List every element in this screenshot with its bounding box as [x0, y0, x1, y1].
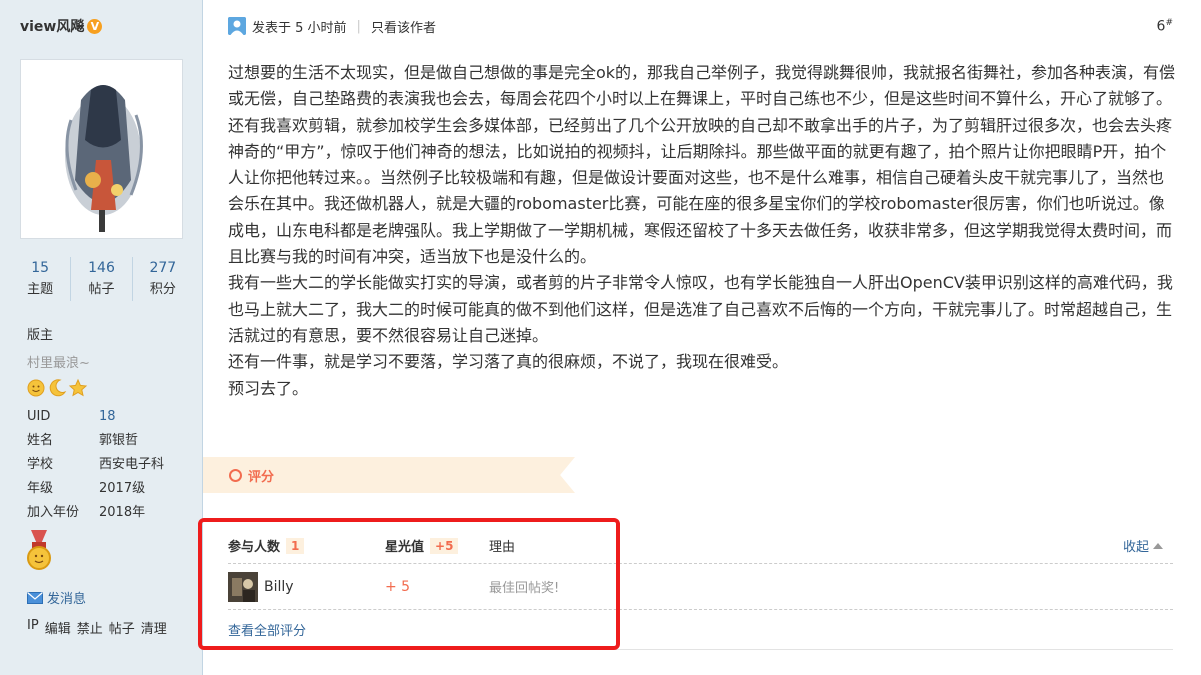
header-divider: |	[356, 18, 361, 34]
participants-count-badge: 1	[286, 537, 305, 554]
rating-score: + 5	[385, 578, 411, 595]
reason-cell: 最佳回帖奖!	[489, 577, 1173, 596]
rater-name[interactable]: Billy	[264, 579, 294, 595]
star-label: 星光值	[385, 540, 425, 555]
participants-label: 参与人数	[228, 540, 281, 555]
info-value: 2018年	[99, 505, 146, 520]
reason-header: 理由 收起	[489, 536, 1173, 555]
info-key: 加入年份	[27, 505, 80, 520]
post-paragraph: 预习去了。	[228, 378, 309, 398]
rater-avatar[interactable]	[228, 571, 258, 602]
author-profile-info: UID 18 姓名 郭银哲 学校 西安电子科 年级 2017级 加入年份 201…	[27, 405, 164, 525]
stat-posts-label: 帖子	[88, 282, 115, 297]
post-header: 发表于 5 小时前 | 只看该作者 6#	[228, 14, 1173, 38]
rater-avatar-image-icon	[228, 571, 258, 602]
verified-badge-icon: V	[87, 18, 103, 34]
online-status-icon	[228, 17, 246, 35]
rater-cell: Billy	[228, 571, 385, 602]
post-content: 过想要的生活不太现实，但是做自己想做的事是完全ok的，那我自己举例子，我觉得跳舞…	[228, 60, 1178, 402]
admin-link-clean[interactable]: 清理	[141, 618, 167, 637]
medal-icon[interactable]	[26, 530, 52, 576]
moon-icon	[49, 379, 67, 397]
info-key: 学校	[27, 457, 54, 472]
post-paragraph: 还有一件事，就是学习不要落，学习落了真的很麻烦，不说了，我现在很难受。	[228, 352, 789, 372]
info-row-name: 姓名 郭银哲	[27, 429, 164, 453]
post-time: 发表于 5 小时前	[252, 20, 347, 36]
stat-points-label: 积分	[149, 282, 176, 297]
stat-posts-num[interactable]: 146	[71, 257, 131, 279]
info-key: 姓名	[27, 433, 54, 448]
user-silhouette-icon	[228, 17, 246, 35]
send-message-label[interactable]: 发消息	[47, 588, 86, 607]
admin-links: IP 编辑 禁止 帖子 清理	[27, 618, 167, 637]
rating-banner: 评分	[203, 457, 575, 493]
star-total-badge: +5	[430, 537, 459, 554]
rating-ring-icon	[229, 468, 242, 482]
author-username[interactable]: view风飚 V	[20, 16, 103, 36]
medal-badge-icon	[27, 530, 51, 570]
star-header: 星光值 +5	[385, 536, 489, 555]
stat-threads[interactable]: 15 主题	[10, 257, 72, 301]
view-all-ratings-link[interactable]: 查看全部评分	[228, 610, 1173, 650]
rating-reason: 最佳回帖奖!	[489, 581, 560, 596]
send-message-link[interactable]: 发消息	[27, 588, 86, 607]
participants-header: 参与人数 1	[228, 536, 385, 555]
info-row-grade: 年级 2017级	[27, 477, 164, 501]
info-key: UID	[27, 409, 51, 424]
envelope-icon	[27, 591, 43, 604]
info-value: 2017级	[99, 481, 146, 496]
info-value: 郭银哲	[99, 433, 139, 448]
admin-link-posts[interactable]: 帖子	[109, 618, 135, 637]
author-username-text[interactable]: view风飚	[20, 16, 84, 36]
stat-threads-num[interactable]: 15	[10, 257, 70, 279]
stat-threads-label: 主题	[27, 282, 54, 297]
rating-row: Billy + 5 最佳回帖奖!	[228, 564, 1173, 610]
info-row-uid: UID 18	[27, 405, 164, 429]
post-paragraph: 我有一些大二的学长能做实打实的导演，或者剪的片子非常令人惊叹，也有学长能独自一人…	[228, 273, 1173, 345]
author-role[interactable]: 版主	[27, 324, 53, 343]
reason-label: 理由	[489, 540, 516, 555]
score-cell: + 5	[385, 579, 489, 595]
stat-points[interactable]: 277 积分	[133, 257, 193, 301]
stat-points-num[interactable]: 277	[133, 257, 193, 279]
post-paragraph: 过想要的生活不太现实，但是做自己想做的事是完全ok的，那我自己举例子，我觉得跳舞…	[228, 63, 1176, 267]
floor-sup: #	[1165, 17, 1173, 28]
rating-table-header: 参与人数 1 星光值 +5 理由 收起	[228, 528, 1173, 564]
author-stats: 15 主题 146 帖子 277 积分	[10, 257, 193, 301]
rating-table: 参与人数 1 星光值 +5 理由 收起 Billy + 5 最佳回帖奖! 查看全…	[228, 528, 1173, 650]
chevron-up-icon	[1153, 542, 1163, 549]
sun-icon	[27, 379, 45, 397]
info-value: 西安电子科	[99, 457, 165, 472]
only-author-link[interactable]: 只看该作者	[371, 17, 436, 36]
collapse-button[interactable]: 收起	[1123, 536, 1173, 555]
author-rank-icons	[26, 378, 88, 398]
author-motto: 村里最浪~	[27, 356, 90, 371]
star-icon	[68, 378, 88, 397]
author-sidebar: view风飚 V 15 主题 146 帖子 277 积分 版主 村里最浪~ UI…	[0, 0, 203, 675]
post-floor-number[interactable]: 6#	[1157, 18, 1173, 35]
collapse-label[interactable]: 收起	[1123, 536, 1149, 555]
stat-posts[interactable]: 146 帖子	[71, 257, 133, 301]
admin-link-ban[interactable]: 禁止	[77, 618, 103, 637]
avatar-illustration-icon	[21, 60, 182, 238]
rating-banner-label: 评分	[248, 469, 275, 485]
view-all-ratings-label[interactable]: 查看全部评分	[228, 620, 306, 639]
info-value-uid[interactable]: 18	[99, 405, 116, 429]
admin-link-edit[interactable]: 编辑	[45, 618, 71, 637]
info-key: 年级	[27, 481, 54, 496]
info-row-school: 学校 西安电子科	[27, 453, 164, 477]
info-row-joined: 加入年份 2018年	[27, 501, 164, 525]
author-avatar[interactable]	[20, 59, 183, 239]
admin-link-ip[interactable]: IP	[27, 618, 39, 637]
